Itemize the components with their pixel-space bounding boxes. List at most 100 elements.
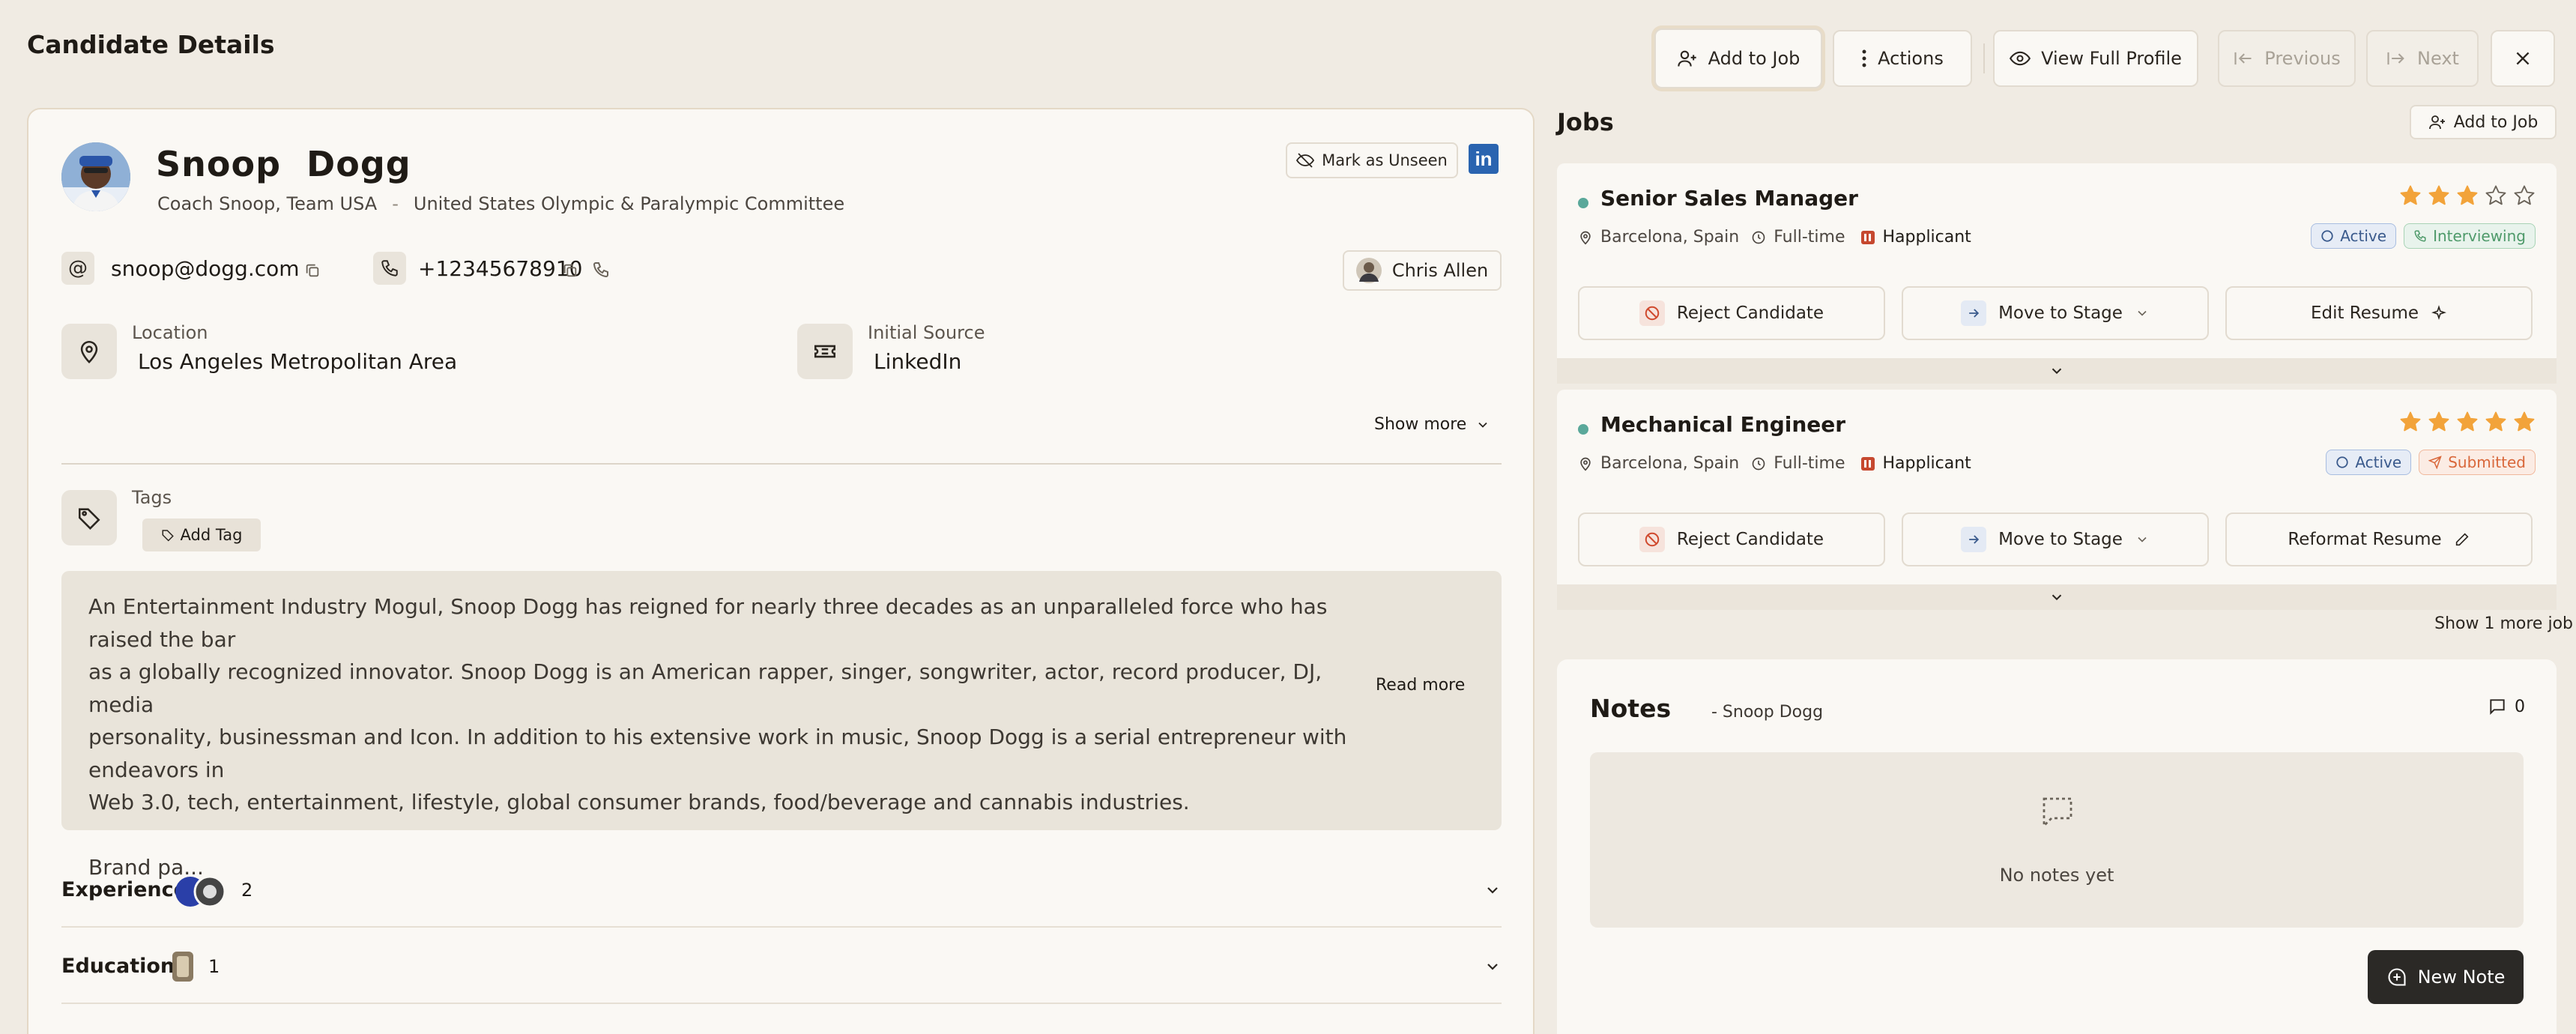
eye-off-icon xyxy=(1296,153,1315,168)
reject-candidate-button[interactable]: Reject Candidate xyxy=(1578,286,1885,340)
star-empty-icon[interactable] xyxy=(2513,184,2536,207)
chevron-down-icon xyxy=(2052,368,2062,375)
jobs-add-to-job-button[interactable]: Add to Job xyxy=(2410,105,2557,139)
star-filled-icon[interactable] xyxy=(2399,184,2422,207)
star-filled-icon[interactable] xyxy=(2513,411,2536,433)
candidate-company: United States Olympic & Paralympic Commi… xyxy=(413,193,845,214)
user-plus-icon xyxy=(2428,115,2445,130)
view-full-profile-button[interactable]: View Full Profile xyxy=(1993,30,2198,87)
ban-icon xyxy=(1639,300,1665,326)
close-button[interactable] xyxy=(2491,30,2555,87)
actions-button[interactable]: Actions xyxy=(1833,30,1972,87)
chevron-down-icon xyxy=(2138,536,2147,542)
education-section[interactable]: Education 1 xyxy=(61,928,1502,1004)
move-to-stage-button[interactable]: Move to Stage xyxy=(1902,286,2209,340)
reformat-resume-button[interactable]: Reformat Resume xyxy=(2225,513,2533,566)
phone-icon xyxy=(2414,230,2426,242)
star-filled-icon[interactable] xyxy=(2456,184,2479,207)
bio-summary: An Entertainment Industry Mogul, Snoop D… xyxy=(61,571,1502,880)
company-logo-icon xyxy=(1861,456,1875,471)
add-to-job-label: Add to Job xyxy=(1708,48,1801,69)
reject-label: Reject Candidate xyxy=(1676,303,1824,323)
star-filled-icon[interactable] xyxy=(2428,184,2450,207)
location-label: Location xyxy=(132,322,208,343)
candidate-email[interactable]: snoop@dogg.com xyxy=(111,256,300,281)
source-label: Initial Source xyxy=(868,322,985,343)
education-count: 1 xyxy=(208,956,220,977)
status-label: Active xyxy=(2340,227,2387,245)
previous-button[interactable]: Previous xyxy=(2218,30,2356,87)
job-title[interactable]: Senior Sales Manager xyxy=(1600,186,1858,211)
jobs-panel: Jobs Add to Job Senior Sales Manager Bar… xyxy=(1557,105,2576,1034)
star-empty-icon[interactable] xyxy=(2485,184,2507,207)
star-filled-icon[interactable] xyxy=(2428,411,2450,433)
experience-section[interactable]: Experience 2 xyxy=(61,851,1502,928)
add-tag-button[interactable]: Add Tag xyxy=(142,518,261,551)
experience-count: 2 xyxy=(241,880,253,901)
read-more-link[interactable]: Read more xyxy=(1376,676,1465,695)
job-expand-toggle[interactable] xyxy=(1557,584,2557,610)
candidate-phone[interactable]: +12345678910 xyxy=(418,256,582,281)
job-title[interactable]: Mechanical Engineer xyxy=(1600,412,1845,437)
sparkle-icon xyxy=(2431,305,2446,321)
notes-subtitle: - Snoop Dogg xyxy=(1711,703,1824,722)
linkedin-icon[interactable]: in xyxy=(1469,144,1499,174)
tag-icon xyxy=(61,490,117,545)
circle-icon xyxy=(2321,230,2333,242)
location-pin-icon xyxy=(61,324,117,379)
new-note-button[interactable]: New Note xyxy=(2368,950,2524,1004)
job-badges: Active Interviewing xyxy=(2311,223,2536,249)
owner-button[interactable]: Chris Allen xyxy=(1343,250,1502,291)
status-badge: Active xyxy=(2326,450,2412,475)
copy-icon[interactable] xyxy=(562,262,578,279)
star-filled-icon[interactable] xyxy=(2456,411,2479,433)
job-meta: Barcelona, Spain Full-time Happlicant xyxy=(1578,228,1971,247)
add-to-job-button[interactable]: Add to Job xyxy=(1654,28,1822,88)
tags-label: Tags xyxy=(132,487,172,508)
empty-comment-icon xyxy=(2043,797,2072,829)
job-card: Senior Sales Manager Barcelona, Spain Fu… xyxy=(1557,163,2557,358)
notes-empty-state: No notes yet xyxy=(1590,752,2524,928)
clock-icon xyxy=(1752,457,1765,470)
show-more-button[interactable]: Show more xyxy=(1374,415,1490,434)
send-icon xyxy=(2428,456,2442,469)
rating-stars[interactable] xyxy=(2399,184,2536,207)
clock-icon xyxy=(1752,231,1765,244)
owner-name: Chris Allen xyxy=(1391,260,1489,281)
move-to-stage-button[interactable]: Move to Stage xyxy=(1902,513,2209,566)
chevron-down-icon xyxy=(1487,887,1498,894)
section-divider xyxy=(61,463,1502,465)
new-note-label: New Note xyxy=(2417,967,2506,988)
notes-count: 0 xyxy=(2488,697,2525,716)
show-more-jobs-link[interactable]: Show 1 more job xyxy=(2434,614,2573,633)
mark-as-unseen-button[interactable]: Mark as Unseen xyxy=(1286,142,1458,178)
job-status-dot xyxy=(1578,424,1588,435)
source-value: LinkedIn xyxy=(874,349,962,374)
copy-icon[interactable] xyxy=(304,262,321,279)
job-status-dot xyxy=(1578,198,1588,208)
star-filled-icon[interactable] xyxy=(2485,411,2507,433)
job-expand-toggle[interactable] xyxy=(1557,358,2557,384)
move-label: Move to Stage xyxy=(1998,530,2123,549)
headline-separator: - xyxy=(392,193,399,214)
call-icon[interactable] xyxy=(592,261,610,279)
close-icon xyxy=(2516,52,2530,65)
user-plus-icon xyxy=(1677,50,1696,67)
reject-candidate-button[interactable]: Reject Candidate xyxy=(1578,513,1885,566)
next-button[interactable]: Next xyxy=(2366,30,2479,87)
star-filled-icon[interactable] xyxy=(2399,411,2422,433)
edit-resume-button[interactable]: Edit Resume xyxy=(2225,286,2533,340)
tag-icon xyxy=(162,530,174,542)
location-value: Los Angeles Metropolitan Area xyxy=(138,349,458,374)
ticket-icon xyxy=(797,324,853,379)
candidate-avatar xyxy=(61,142,130,211)
rating-stars[interactable] xyxy=(2399,411,2536,433)
jobs-add-to-job-label: Add to Job xyxy=(2453,112,2539,132)
resume-label: Reformat Resume xyxy=(2288,530,2442,549)
job-type: Full-time xyxy=(1774,454,1845,473)
candidate-name: Snoop Dogg xyxy=(156,144,411,184)
phone-icon xyxy=(373,252,406,285)
page-title: Candidate Details xyxy=(27,30,275,59)
job-badges: Active Submitted xyxy=(2326,450,2536,475)
candidate-title: Coach Snoop, Team USA xyxy=(157,193,378,214)
